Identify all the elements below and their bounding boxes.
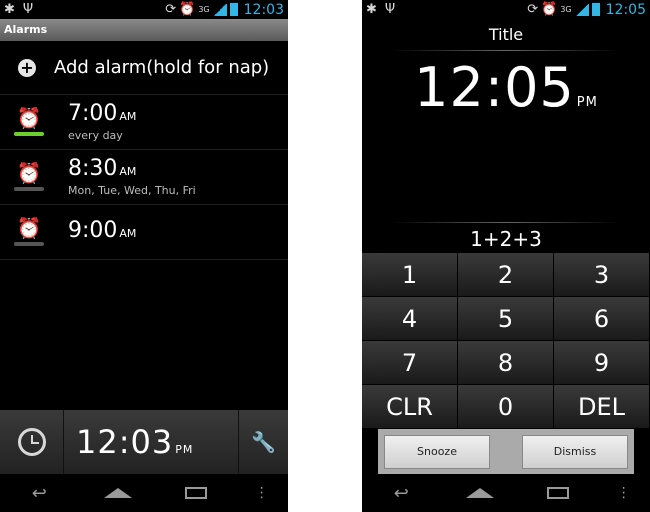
key-clear[interactable]: CLR (362, 385, 458, 429)
clock-time: 12:03 (76, 423, 174, 461)
key-1[interactable]: 1 (362, 253, 458, 297)
network-type-label: 3G (560, 5, 572, 14)
alarm-item-2[interactable]: ⏰ 9:00 AM (0, 205, 288, 260)
alarm-ampm: AM (119, 164, 137, 178)
usb-icon: Ψ (384, 2, 396, 17)
status-time: 12:05 (605, 1, 646, 18)
android-debug-icon: ✱ (4, 2, 15, 17)
alarm-disabled-indicator (14, 242, 44, 246)
alarm-clock-icon: ⏰ (16, 161, 42, 185)
divider (392, 50, 620, 51)
dismiss-button[interactable]: Dismiss (522, 434, 628, 469)
alarm-status-icon: ⏰ (541, 2, 558, 17)
alarm-enabled-indicator (14, 132, 44, 136)
big-clock: 12:05 PM (362, 56, 650, 119)
alarm-clock-icon: ⏰ (16, 106, 42, 130)
home-icon[interactable] (98, 482, 138, 504)
alarm-time: 7:00 (68, 100, 118, 126)
divider (392, 222, 620, 223)
alarm-toggle-0[interactable]: ⏰ (0, 108, 58, 136)
alarm-time: 8:30 (68, 155, 118, 181)
alarm-time: 9:00 (68, 217, 118, 243)
alarm-item-0[interactable]: ⏰ 7:00 AM every day (0, 95, 288, 150)
key-7[interactable]: 7 (362, 341, 458, 385)
sync-icon: ⟳ (165, 2, 177, 17)
snooze-button[interactable]: Snooze (384, 434, 490, 469)
math-question: 1+2+3 (470, 227, 542, 251)
usb-icon: Ψ (22, 2, 34, 17)
alarm-item-1[interactable]: ⏰ 8:30 AM Mon, Tue, Wed, Thu, Fri (0, 150, 288, 205)
android-debug-icon: ✱ (366, 2, 377, 17)
settings-button[interactable]: 🔧 (238, 410, 288, 474)
action-bar: Snooze Dismiss (378, 429, 634, 474)
key-delete[interactable]: DEL (554, 385, 650, 429)
back-icon[interactable]: ↩ (19, 482, 59, 504)
nav-bar: ↩ ⋮ (362, 474, 650, 512)
back-icon[interactable]: ↩ (381, 482, 421, 504)
number-keypad: 1 2 3 4 5 6 7 8 9 CLR 0 DEL (362, 253, 650, 429)
menu-icon[interactable]: ⋮ (617, 485, 631, 501)
alarm-status-icon: ⏰ (179, 2, 196, 17)
home-icon[interactable] (460, 482, 500, 504)
battery-icon (591, 3, 600, 16)
network-type-label: 3G (198, 5, 210, 14)
key-8[interactable]: 8 (458, 341, 554, 385)
status-bar: ✱ Ψ ⟳ ⏰ 3G 12:03 (0, 0, 288, 19)
nav-bar: ↩ ⋮ (0, 474, 288, 512)
key-9[interactable]: 9 (554, 341, 650, 385)
battery-icon (229, 3, 238, 16)
alarm-days: Mon, Tue, Wed, Thu, Fri (68, 183, 196, 197)
key-5[interactable]: 5 (458, 297, 554, 341)
recent-apps-icon[interactable] (176, 482, 216, 504)
clock-bar: 12:03 PM 🔧 (0, 410, 288, 474)
app-title: Alarms (0, 19, 288, 41)
wrench-icon: 🔧 (251, 430, 276, 454)
alarm-toggle-1[interactable]: ⏰ (0, 163, 58, 191)
key-0[interactable]: 0 (458, 385, 554, 429)
alarm-ringing-screen: ✱ Ψ ⟳ ⏰ 3G 12:05 Title 12:05 PM 1+2+3 1 2… (362, 0, 650, 512)
alarm-clock-icon: ⏰ (16, 216, 42, 240)
clock-time: 12:05 (414, 56, 575, 119)
status-time: 12:03 (243, 1, 284, 18)
alarm-days: every day (68, 128, 123, 142)
alarm-ampm: AM (119, 226, 137, 240)
alarm-toggle-2[interactable]: ⏰ (0, 218, 58, 246)
menu-icon[interactable]: ⋮ (255, 485, 269, 501)
clock-icon (17, 428, 46, 456)
add-alarm-label: Add alarm(hold for nap) (54, 57, 270, 78)
alarm-title: Title (488, 25, 524, 44)
add-alarm-button[interactable]: + Add alarm(hold for nap) (0, 41, 288, 95)
clock-button[interactable] (0, 410, 64, 474)
plus-circle-icon: + (18, 58, 36, 77)
alarm-disabled-indicator (14, 187, 44, 191)
key-3[interactable]: 3 (554, 253, 650, 297)
alarms-screen: ✱ Ψ ⟳ ⏰ 3G 12:03 Alarms + Add alarm(hold… (0, 0, 288, 512)
signal-icon (212, 3, 227, 16)
clock-ampm: PM (576, 95, 598, 110)
alarm-ampm: AM (119, 109, 137, 123)
clock-ampm: PM (175, 443, 194, 456)
key-6[interactable]: 6 (554, 297, 650, 341)
digital-clock: 12:03 PM (64, 423, 238, 461)
key-2[interactable]: 2 (458, 253, 554, 297)
status-bar: ✱ Ψ ⟳ ⏰ 3G 12:05 (362, 0, 650, 19)
key-4[interactable]: 4 (362, 297, 458, 341)
sync-icon: ⟳ (527, 2, 539, 17)
signal-icon (574, 3, 589, 16)
recent-apps-icon[interactable] (538, 482, 578, 504)
